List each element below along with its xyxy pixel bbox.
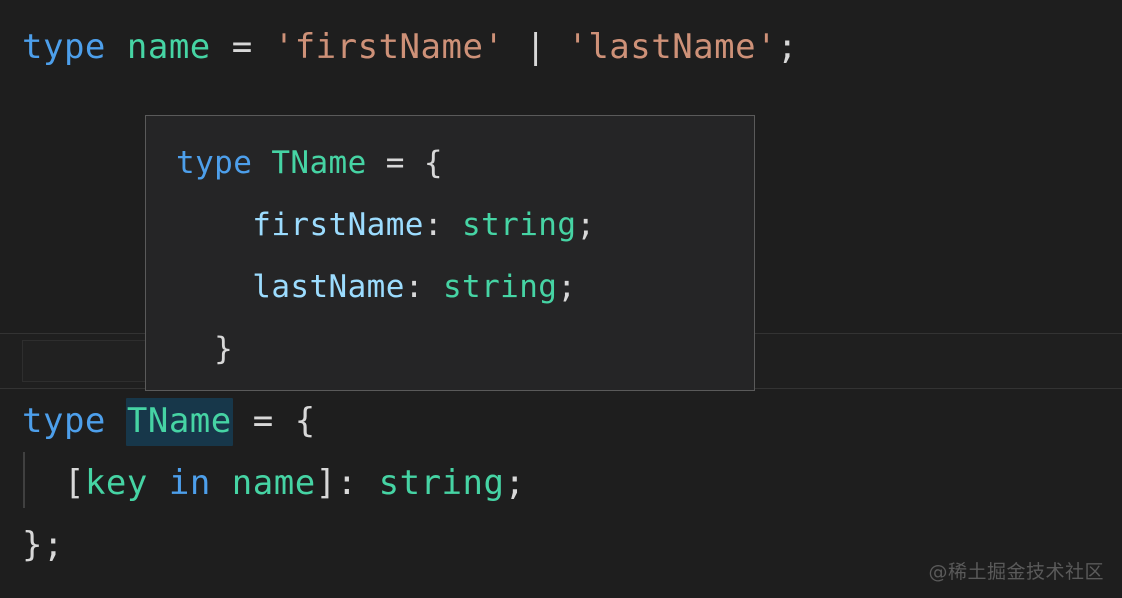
token-identifier-key: key [84,463,148,503]
token-operator-pipe: | [525,27,547,67]
token-semicolon: ; [504,463,526,503]
current-line-selection-box [22,340,152,382]
token-keyword-type: type [176,145,253,181]
token-type-tname: TName [271,145,367,181]
token-colon: : [336,463,358,503]
token-identifier-name: name [126,27,211,67]
token-keyword-type: type [22,27,106,67]
token-brace-open: { [423,145,443,181]
token-semicolon: ; [576,207,596,243]
tooltip-line-2: firstName: string; [176,194,754,256]
token-type-string: string [442,269,558,305]
token-semicolon: ; [557,269,577,305]
token-string-lastname: 'lastName' [567,27,778,67]
code-line-4[interactable]: }; [22,514,64,576]
token-keyword-type: type [22,401,106,441]
token-semicolon: ; [777,27,799,67]
tooltip-line-4: } [176,318,754,380]
token-operator-equals: = [252,401,274,441]
token-brace-close: } [214,331,234,367]
type-hover-tooltip: type TName = { firstName: string; lastNa… [145,115,755,391]
watermark: @稀土掘金技术社区 [928,561,1104,583]
tooltip-line-1: type TName = { [176,132,754,194]
token-colon: : [404,269,424,305]
code-editor: type name = 'firstName' | 'lastName'; ty… [0,0,1122,598]
token-string-firstname: 'firstName' [273,27,505,67]
token-operator-equals: = [231,27,253,67]
tooltip-line-3: lastName: string; [176,256,754,318]
code-line-1[interactable]: type name = 'firstName' | 'lastName'; [22,16,798,78]
token-colon: : [423,207,443,243]
token-operator-equals: = [385,145,405,181]
token-keyword-in: in [168,463,211,503]
token-type-string: string [462,207,577,243]
token-type-tname-highlighted[interactable]: TName [125,398,233,446]
token-brace-open: { [294,401,316,441]
token-type-string: string [378,463,505,503]
code-line-3[interactable]: [key in name]: string; [22,452,525,514]
token-property-lastname: lastName [252,269,405,305]
token-property-firstname: firstName [252,207,424,243]
token-brace-close-semicolon: }; [22,525,64,565]
code-line-2[interactable]: type TName = { [22,390,316,452]
token-bracket-open: [ [63,463,85,503]
token-bracket-close: ] [315,463,337,503]
token-identifier-name: name [231,463,316,503]
